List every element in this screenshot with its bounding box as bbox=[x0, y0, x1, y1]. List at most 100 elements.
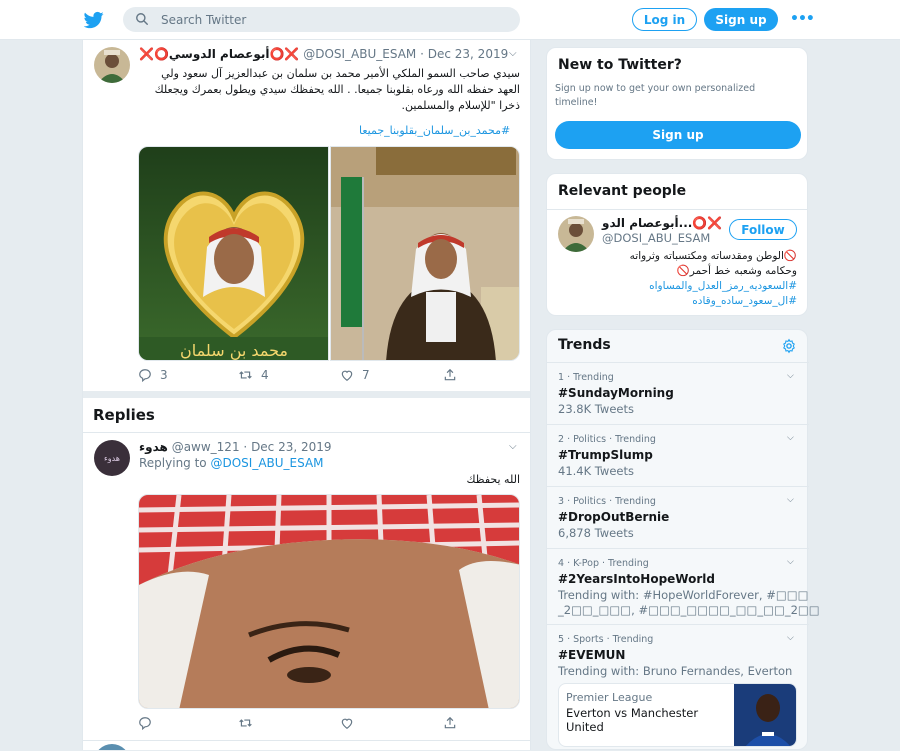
share-icon bbox=[444, 716, 456, 729]
separator: · bbox=[243, 440, 248, 454]
trend-name: #DropOutBernie bbox=[558, 510, 670, 524]
retweet-button[interactable] bbox=[238, 716, 253, 730]
reply-text: الله يحفظك bbox=[466, 473, 520, 486]
reply-date[interactable]: Dec 23, 2019 bbox=[251, 440, 331, 454]
next-tweet-preview[interactable] bbox=[94, 744, 130, 750]
original-tweet[interactable]: ❌⭕أبوعصام الدوسي⭕❌ @DOSI_ABU_ESAM · Dec … bbox=[83, 40, 530, 391]
handle[interactable]: @aww_121 bbox=[172, 440, 240, 454]
trend-name: #SundayMorning bbox=[558, 386, 674, 400]
chevron-down-icon[interactable]: ⌵ bbox=[509, 48, 517, 59]
replying-to: Replying to @DOSI_ABU_ESAM bbox=[139, 456, 324, 470]
retweet-button[interactable]: 4 bbox=[238, 368, 269, 382]
relevant-people-title: Relevant people bbox=[558, 183, 687, 199]
divider bbox=[83, 740, 530, 741]
trend-item[interactable]: 3 · Politics · Trending #DropOutBernie 6… bbox=[547, 486, 809, 548]
display-name[interactable]: أبوعصام الدوسي bbox=[169, 47, 270, 61]
retweet-count: 4 bbox=[261, 368, 269, 382]
twitter-bird-icon[interactable] bbox=[84, 10, 104, 30]
settings-gear-icon[interactable] bbox=[781, 338, 797, 354]
separator: · bbox=[420, 47, 424, 61]
retweet-icon bbox=[239, 371, 252, 379]
chevron-down-icon[interactable]: ⌵ bbox=[509, 441, 517, 452]
reply-tweet[interactable]: هدوء هدوء @aww_121 · Dec 23, 2019 ⌵ Repl… bbox=[83, 433, 530, 740]
promo-match: Everton vs Manchester United bbox=[566, 706, 699, 734]
player-image bbox=[734, 684, 796, 746]
chevron-down-icon[interactable]: ⌵ bbox=[787, 371, 794, 381]
trend-item[interactable]: 1 · Trending #SundayMorning 23.8K Tweets… bbox=[547, 362, 809, 424]
trend-count: Trending with: #HopeWorldForever, #□□□ bbox=[558, 588, 809, 602]
avatar-image: هدوء bbox=[94, 440, 130, 476]
relevant-people-card: Relevant people أبوعصام الدو...⭕❌ @DOSI_… bbox=[546, 173, 808, 316]
trend-count-line2: _2□□_□□□, #□□□_□□□□_□□_□□_2□□ bbox=[558, 603, 820, 617]
share-button[interactable] bbox=[443, 716, 457, 730]
like-button[interactable] bbox=[340, 716, 354, 730]
main-timeline: ❌⭕أبوعصام الدوسي⭕❌ @DOSI_ABU_ESAM · Dec … bbox=[82, 40, 531, 750]
trend-meta: 1 · Trending bbox=[558, 372, 614, 383]
trend-item[interactable]: 2 · Politics · Trending #TrumpSlump 41.4… bbox=[547, 424, 809, 486]
share-button[interactable] bbox=[443, 368, 457, 382]
divider bbox=[547, 209, 807, 210]
promoted-match-card[interactable]: Premier League Everton vs Manchester Uni… bbox=[558, 683, 797, 747]
trend-count: 23.8K Tweets bbox=[558, 402, 634, 416]
reply-button[interactable]: 3 bbox=[138, 368, 168, 382]
trends-title: Trends bbox=[558, 337, 611, 353]
avatar[interactable] bbox=[558, 216, 594, 252]
person-bio: 🚫الوطن ومقدساته ومكتسباته وثرواته وحكامه… bbox=[602, 249, 797, 309]
retweet-icon bbox=[239, 719, 252, 727]
new-to-twitter-card: New to Twitter? Sign up now to get your … bbox=[546, 47, 808, 160]
signup-button[interactable]: Sign up bbox=[704, 8, 778, 31]
chevron-down-icon[interactable]: ⌵ bbox=[787, 495, 794, 505]
replies-heading: Replies bbox=[93, 406, 155, 424]
replying-to-handle[interactable]: @DOSI_ABU_ESAM bbox=[210, 456, 323, 470]
reply-media[interactable] bbox=[138, 494, 520, 709]
bio-hashtag[interactable]: #ال_سعود_ساده_وقاده bbox=[602, 294, 797, 309]
trend-meta: 2 · Politics · Trending bbox=[558, 434, 656, 445]
follow-button[interactable]: Follow bbox=[729, 219, 797, 240]
chevron-down-icon[interactable]: ⌵ bbox=[787, 557, 794, 567]
reply-button[interactable] bbox=[138, 716, 152, 730]
display-name[interactable]: هدوء bbox=[139, 440, 168, 454]
like-button[interactable]: 7 bbox=[340, 368, 370, 382]
share-icon bbox=[444, 368, 456, 381]
person-handle[interactable]: @DOSI_ABU_ESAM bbox=[602, 231, 710, 245]
bio-hashtag[interactable]: #السعوديه_رمز_العدل_والمساواه bbox=[602, 279, 797, 294]
trends-card: Trends 1 · Trending #SundayMorning 23.8K… bbox=[546, 329, 820, 750]
crown-prince-seated-image bbox=[331, 147, 519, 360]
image-caption: محمد بن سلمان bbox=[180, 341, 288, 361]
trend-name: #EVEMUN bbox=[558, 648, 626, 662]
trend-name: #TrumpSlump bbox=[558, 448, 653, 462]
tweet-hashtag[interactable]: #محمد_بن_سلمان_بقلوبنا_جميعا bbox=[359, 124, 510, 137]
avatar[interactable] bbox=[94, 47, 130, 83]
new-to-twitter-title: New to Twitter? bbox=[558, 57, 682, 73]
search-input[interactable] bbox=[161, 10, 501, 29]
close-up-portrait-image bbox=[139, 495, 519, 708]
reply-icon bbox=[139, 369, 151, 382]
chevron-down-icon[interactable]: ⌵ bbox=[787, 433, 794, 443]
chevron-down-icon[interactable]: ⌵ bbox=[787, 633, 794, 643]
name-marks: ⭕❌ bbox=[692, 216, 723, 230]
crown-prince-portrait-image: محمد بن سلمان bbox=[139, 147, 328, 361]
person-name[interactable]: أبوعصام الدو...⭕❌ bbox=[602, 216, 722, 230]
tweet-media-right[interactable] bbox=[330, 146, 520, 361]
name-suffix-marks: ⭕❌ bbox=[269, 47, 300, 61]
signup-description: Sign up now to get your own personalized… bbox=[555, 83, 756, 108]
tweet-text-line: ذخرا "للإسلام والمسلمين. bbox=[401, 99, 520, 112]
tweet-header: ❌⭕أبوعصام الدوسي⭕❌ @DOSI_ABU_ESAM · Dec … bbox=[139, 47, 508, 61]
reply-actions bbox=[138, 716, 478, 732]
handle[interactable]: @DOSI_ABU_ESAM bbox=[303, 47, 416, 61]
login-button[interactable]: Log in bbox=[632, 8, 697, 31]
heart-icon bbox=[341, 370, 353, 381]
reply-header: هدوء @aww_121 · Dec 23, 2019 bbox=[139, 440, 332, 454]
sidebar-signup-button[interactable]: Sign up bbox=[555, 121, 801, 149]
tweet-date[interactable]: Dec 23, 2019 bbox=[428, 47, 508, 61]
section-divider bbox=[83, 391, 530, 398]
name-prefix-marks: ❌⭕ bbox=[139, 47, 169, 61]
trend-item[interactable]: 4 · K-Pop · Trending #2YearsIntoHopeWorl… bbox=[547, 548, 820, 624]
search-box[interactable] bbox=[123, 7, 520, 32]
avatar-text: هدوء bbox=[104, 454, 120, 463]
replying-to-label: Replying to bbox=[139, 456, 207, 470]
person-display-name: أبوعصام الدو... bbox=[602, 216, 693, 230]
more-options-icon[interactable]: ••• bbox=[790, 11, 815, 27]
tweet-media-left[interactable]: محمد بن سلمان bbox=[138, 146, 329, 361]
avatar[interactable]: هدوء bbox=[94, 440, 130, 476]
